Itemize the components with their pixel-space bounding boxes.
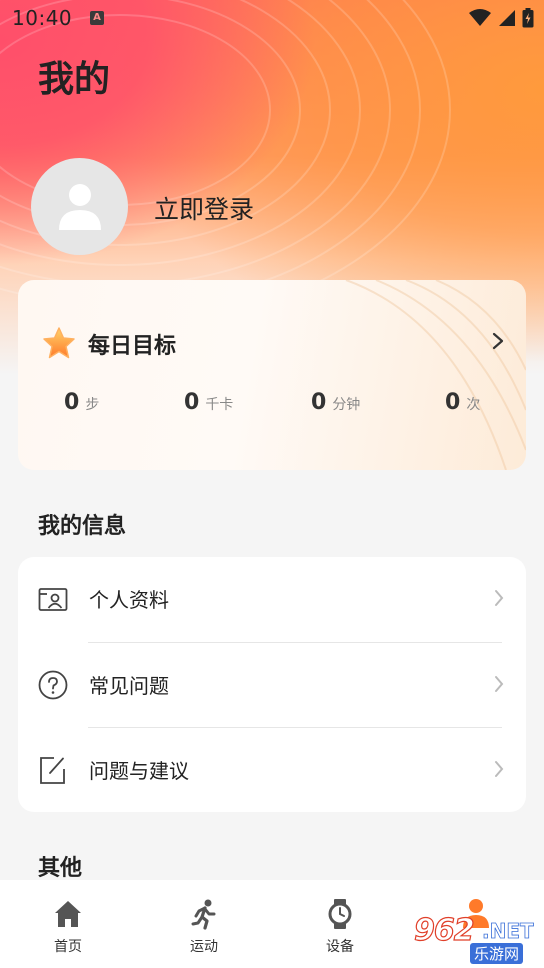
- avatar[interactable]: [31, 158, 128, 255]
- watermark-site-name: 乐游网: [470, 943, 524, 964]
- app-notification-icon: A: [90, 11, 104, 25]
- stat-steps: 0 步: [64, 390, 99, 415]
- star-icon: [43, 327, 75, 359]
- menu-item-label: 常见问题: [89, 674, 169, 698]
- wifi-icon: [469, 9, 491, 26]
- decorative-swirl: [345, 280, 526, 470]
- stat-unit: 分钟: [332, 397, 361, 413]
- person-icon: [58, 183, 101, 230]
- id-card-icon: [38, 588, 68, 611]
- status-bar: 10:40 A: [0, 0, 544, 36]
- question-circle-icon: [38, 670, 68, 700]
- stat-calories: 0 千卡: [184, 390, 233, 415]
- site-watermark: 962 .NET 乐游网: [404, 912, 536, 964]
- watermark-net: .NET: [482, 919, 534, 944]
- stat-minutes: 0 分钟: [311, 390, 360, 415]
- page-title: 我的: [38, 59, 111, 100]
- battery-charging-icon: [522, 8, 534, 28]
- stat-unit: 步: [85, 397, 100, 413]
- tab-device[interactable]: 设备: [272, 880, 408, 968]
- tab-label: 运动: [190, 939, 218, 955]
- section-title-my-info: 我的信息: [38, 514, 127, 539]
- chevron-right-icon: [495, 676, 504, 692]
- menu-item-label: 个人资料: [89, 588, 169, 612]
- chevron-right-icon: [495, 761, 504, 777]
- menu-item-profile[interactable]: 个人资料: [18, 557, 526, 641]
- stat-value: 0: [445, 390, 461, 415]
- daily-goal-title: 每日目标: [88, 334, 177, 359]
- daily-goal-stats: 0 步 0 千卡 0 分钟 0 次: [18, 390, 526, 430]
- stat-unit: 次: [466, 397, 481, 413]
- menu-item-faq[interactable]: 常见问题: [18, 643, 526, 727]
- daily-goal-card: 每日目标 0 步 0 千卡 0 分钟 0 次: [18, 280, 526, 470]
- stat-times: 0 次: [445, 390, 480, 415]
- tab-label: 设备: [326, 939, 354, 955]
- stat-value: 0: [64, 390, 80, 415]
- stat-value: 0: [184, 390, 200, 415]
- tab-label: 首页: [54, 939, 82, 955]
- chevron-right-icon: [495, 590, 504, 606]
- menu-item-label: 问题与建议: [89, 759, 189, 783]
- login-link[interactable]: 立即登录: [154, 190, 254, 226]
- running-icon: [191, 899, 216, 930]
- chevron-right-icon: [492, 332, 504, 350]
- menu-item-feedback[interactable]: 问题与建议: [18, 728, 526, 812]
- edit-note-icon: [40, 757, 65, 784]
- cellular-signal-icon: [499, 10, 515, 26]
- tab-sport[interactable]: 运动: [136, 880, 272, 968]
- tab-home[interactable]: 首页: [0, 880, 136, 968]
- daily-goal-header[interactable]: 每日目标: [18, 320, 526, 366]
- status-time: 10:40: [12, 6, 73, 30]
- home-icon: [55, 901, 81, 927]
- watermark-number: 962: [413, 912, 475, 948]
- decorative-rings: [0, 0, 451, 300]
- watch-icon: [328, 899, 352, 929]
- section-title-other: 其他: [38, 856, 83, 881]
- my-info-card: 个人资料 常见问题 问题与建议: [18, 557, 526, 812]
- stat-unit: 千卡: [205, 397, 234, 413]
- stat-value: 0: [311, 390, 327, 415]
